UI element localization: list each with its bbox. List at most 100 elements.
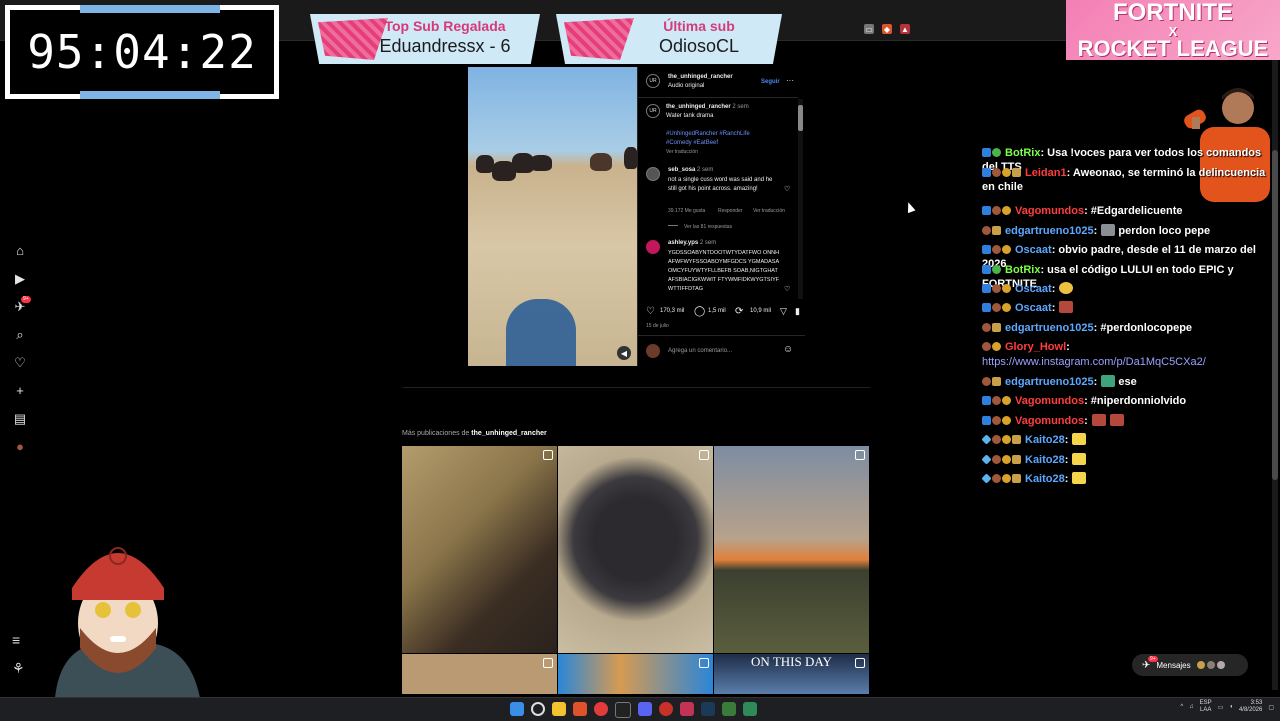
file-explorer-icon[interactable] bbox=[552, 702, 566, 716]
hashtags-line-2[interactable]: #Comedy #EatBeef bbox=[666, 140, 718, 146]
audio-label[interactable]: Audio original bbox=[668, 83, 704, 89]
menu-icon[interactable]: ≡ bbox=[12, 632, 20, 648]
profile-icon[interactable]: ● bbox=[13, 440, 27, 454]
chat-username[interactable]: Vagomundos bbox=[1015, 415, 1084, 427]
meta-icon[interactable]: ⚘ bbox=[12, 660, 25, 677]
chat-text: : #Edgardelicuente bbox=[1084, 205, 1183, 217]
comment1-username[interactable]: seb_sosa bbox=[668, 167, 695, 173]
volume-icon[interactable]: ◖ bbox=[1229, 704, 1233, 710]
comment1-like-icon[interactable]: ♡ bbox=[784, 185, 790, 193]
commenter-avatar[interactable] bbox=[646, 240, 660, 254]
comment-count[interactable]: 1,5 mil bbox=[708, 308, 726, 314]
comment2-username[interactable]: ashley.yps bbox=[668, 240, 698, 246]
caption-avatar[interactable]: UR bbox=[646, 104, 660, 118]
comments-scroll-thumb[interactable] bbox=[798, 105, 803, 131]
comment-input[interactable]: Agrega un comentario... bbox=[668, 348, 732, 354]
chat-username[interactable]: Kaito28 bbox=[1025, 454, 1065, 466]
grid-post[interactable] bbox=[714, 446, 869, 653]
brave-shield-icon[interactable]: ◆ bbox=[882, 24, 892, 34]
editor-icon[interactable] bbox=[615, 702, 631, 718]
chat-message: edgartrueno1025: #perdonlocopepe bbox=[982, 321, 1278, 335]
comment1-likes[interactable]: 39.172 Me gusta bbox=[668, 208, 705, 214]
nvidia-icon[interactable] bbox=[722, 702, 736, 716]
comment2-header: ashley.yps 2 sem bbox=[668, 240, 716, 246]
chat-username[interactable]: edgartrueno1025 bbox=[1005, 322, 1094, 334]
share-count[interactable]: 10,9 mil bbox=[750, 308, 771, 314]
system-tray: ^ ♫ ESP LAA ▭ ◖ 3:53 4/8/2026 ▢ bbox=[1180, 700, 1274, 714]
comment-icon[interactable]: ◯ bbox=[694, 306, 705, 317]
grid-post[interactable]: ON THIS DAY bbox=[714, 654, 869, 694]
chat-username[interactable]: Vagomundos bbox=[1015, 395, 1084, 407]
chat-username[interactable]: Leidan1 bbox=[1025, 167, 1067, 179]
reel-video[interactable]: ◀ bbox=[468, 67, 637, 366]
xbox-icon[interactable] bbox=[743, 702, 757, 716]
mute-button[interactable]: ◀ bbox=[617, 346, 631, 360]
save-icon[interactable]: ▮ bbox=[795, 306, 800, 317]
chat-username[interactable]: edgartrueno1025 bbox=[1005, 225, 1094, 237]
more-options-button[interactable]: ··· bbox=[786, 76, 794, 85]
chat-username[interactable]: Glory_Howl bbox=[1005, 341, 1066, 353]
repost-icon[interactable]: ⟳ bbox=[735, 306, 743, 317]
chat-username[interactable]: edgartrueno1025 bbox=[1005, 376, 1094, 388]
notifications-icon[interactable]: ▢ bbox=[1268, 704, 1274, 711]
chat-username[interactable]: Oscaat bbox=[1015, 302, 1052, 314]
search-icon[interactable]: ⌕ bbox=[13, 328, 27, 342]
comments-scrollbar[interactable] bbox=[798, 99, 803, 299]
chat-username[interactable]: Oscaat bbox=[1015, 283, 1052, 295]
comment1-reply[interactable]: Responder bbox=[718, 208, 742, 214]
rewards-icon[interactable]: ▲ bbox=[900, 24, 910, 34]
search-taskbar-icon[interactable] bbox=[531, 702, 545, 716]
valorant-icon[interactable] bbox=[680, 702, 694, 716]
mic-icon[interactable]: ♫ bbox=[1189, 704, 1194, 710]
clock[interactable]: 3:53 4/8/2026 bbox=[1239, 700, 1262, 714]
window-icon[interactable]: ▭ bbox=[864, 24, 874, 34]
discord-icon[interactable] bbox=[638, 702, 652, 716]
messages-pill[interactable]: ✈ 9+ Mensajes bbox=[1132, 654, 1248, 676]
tray-chevron-icon[interactable]: ^ bbox=[1180, 704, 1183, 710]
chat-username[interactable]: Kaito28 bbox=[1025, 473, 1065, 485]
chat-badge-icon bbox=[992, 455, 1001, 464]
grid-post[interactable] bbox=[402, 654, 557, 694]
chat-username[interactable]: BotRix bbox=[1005, 147, 1040, 159]
grid-post[interactable] bbox=[402, 446, 557, 653]
emoji-icon[interactable]: ☺ bbox=[783, 344, 793, 355]
brave-icon[interactable] bbox=[573, 702, 587, 716]
language-indicator[interactable]: ESP LAA bbox=[1200, 700, 1212, 714]
author-avatar[interactable]: UR bbox=[646, 74, 660, 88]
like-icon[interactable]: ♡ bbox=[646, 306, 655, 317]
more-posts-user[interactable]: the_unhinged_rancher bbox=[471, 430, 546, 437]
grid-post[interactable] bbox=[558, 446, 713, 653]
dashboard-icon[interactable]: ▤ bbox=[13, 412, 27, 426]
page-scroll-thumb[interactable] bbox=[1272, 150, 1278, 480]
media-icon[interactable] bbox=[594, 702, 608, 716]
author-username[interactable]: the_unhinged_rancher bbox=[668, 74, 733, 80]
caption-translate[interactable]: Ver traducción bbox=[666, 149, 698, 155]
share-icon[interactable]: ▽ bbox=[780, 306, 787, 317]
chat-link[interactable]: https://www.instagram.com/p/Da1MqC5CXa2/ bbox=[982, 356, 1206, 368]
comment1-translate[interactable]: Ver traducción bbox=[753, 208, 785, 214]
view-replies[interactable]: Ver las 81 respuestas bbox=[668, 224, 732, 230]
grid-post[interactable] bbox=[558, 654, 713, 694]
reels-icon[interactable]: ▶ bbox=[13, 272, 27, 286]
messages-nav-icon[interactable]: ✈ 9+ bbox=[13, 296, 31, 314]
network-icon[interactable]: ▭ bbox=[1218, 704, 1224, 711]
chat-username[interactable]: Kaito28 bbox=[1025, 434, 1065, 446]
chat-username[interactable]: Vagomundos bbox=[1015, 205, 1084, 217]
like-count[interactable]: 170,3 mil bbox=[660, 308, 684, 314]
page-scrollbar[interactable] bbox=[1272, 60, 1278, 690]
home-icon[interactable]: ⌂ bbox=[13, 244, 27, 258]
chat-username[interactable]: Oscaat bbox=[1015, 244, 1052, 256]
caption-username[interactable]: the_unhinged_rancher bbox=[666, 104, 731, 110]
obs-icon[interactable] bbox=[659, 702, 673, 716]
comment2-like-icon[interactable]: ♡ bbox=[784, 285, 790, 293]
create-icon[interactable]: + bbox=[13, 384, 27, 398]
hashtags-line-1[interactable]: #UnhingedRancher #RanchLife bbox=[666, 131, 750, 137]
chat-badge-icon bbox=[992, 377, 1001, 386]
follow-button[interactable]: Seguir bbox=[761, 79, 780, 85]
view-replies-label[interactable]: Ver las 81 respuestas bbox=[684, 224, 732, 230]
steam-icon[interactable] bbox=[701, 702, 715, 716]
heart-icon[interactable]: ♡ bbox=[13, 356, 27, 370]
start-icon[interactable] bbox=[510, 702, 524, 716]
commenter-avatar[interactable] bbox=[646, 167, 660, 181]
chat-username[interactable]: BotRix bbox=[1005, 264, 1040, 276]
